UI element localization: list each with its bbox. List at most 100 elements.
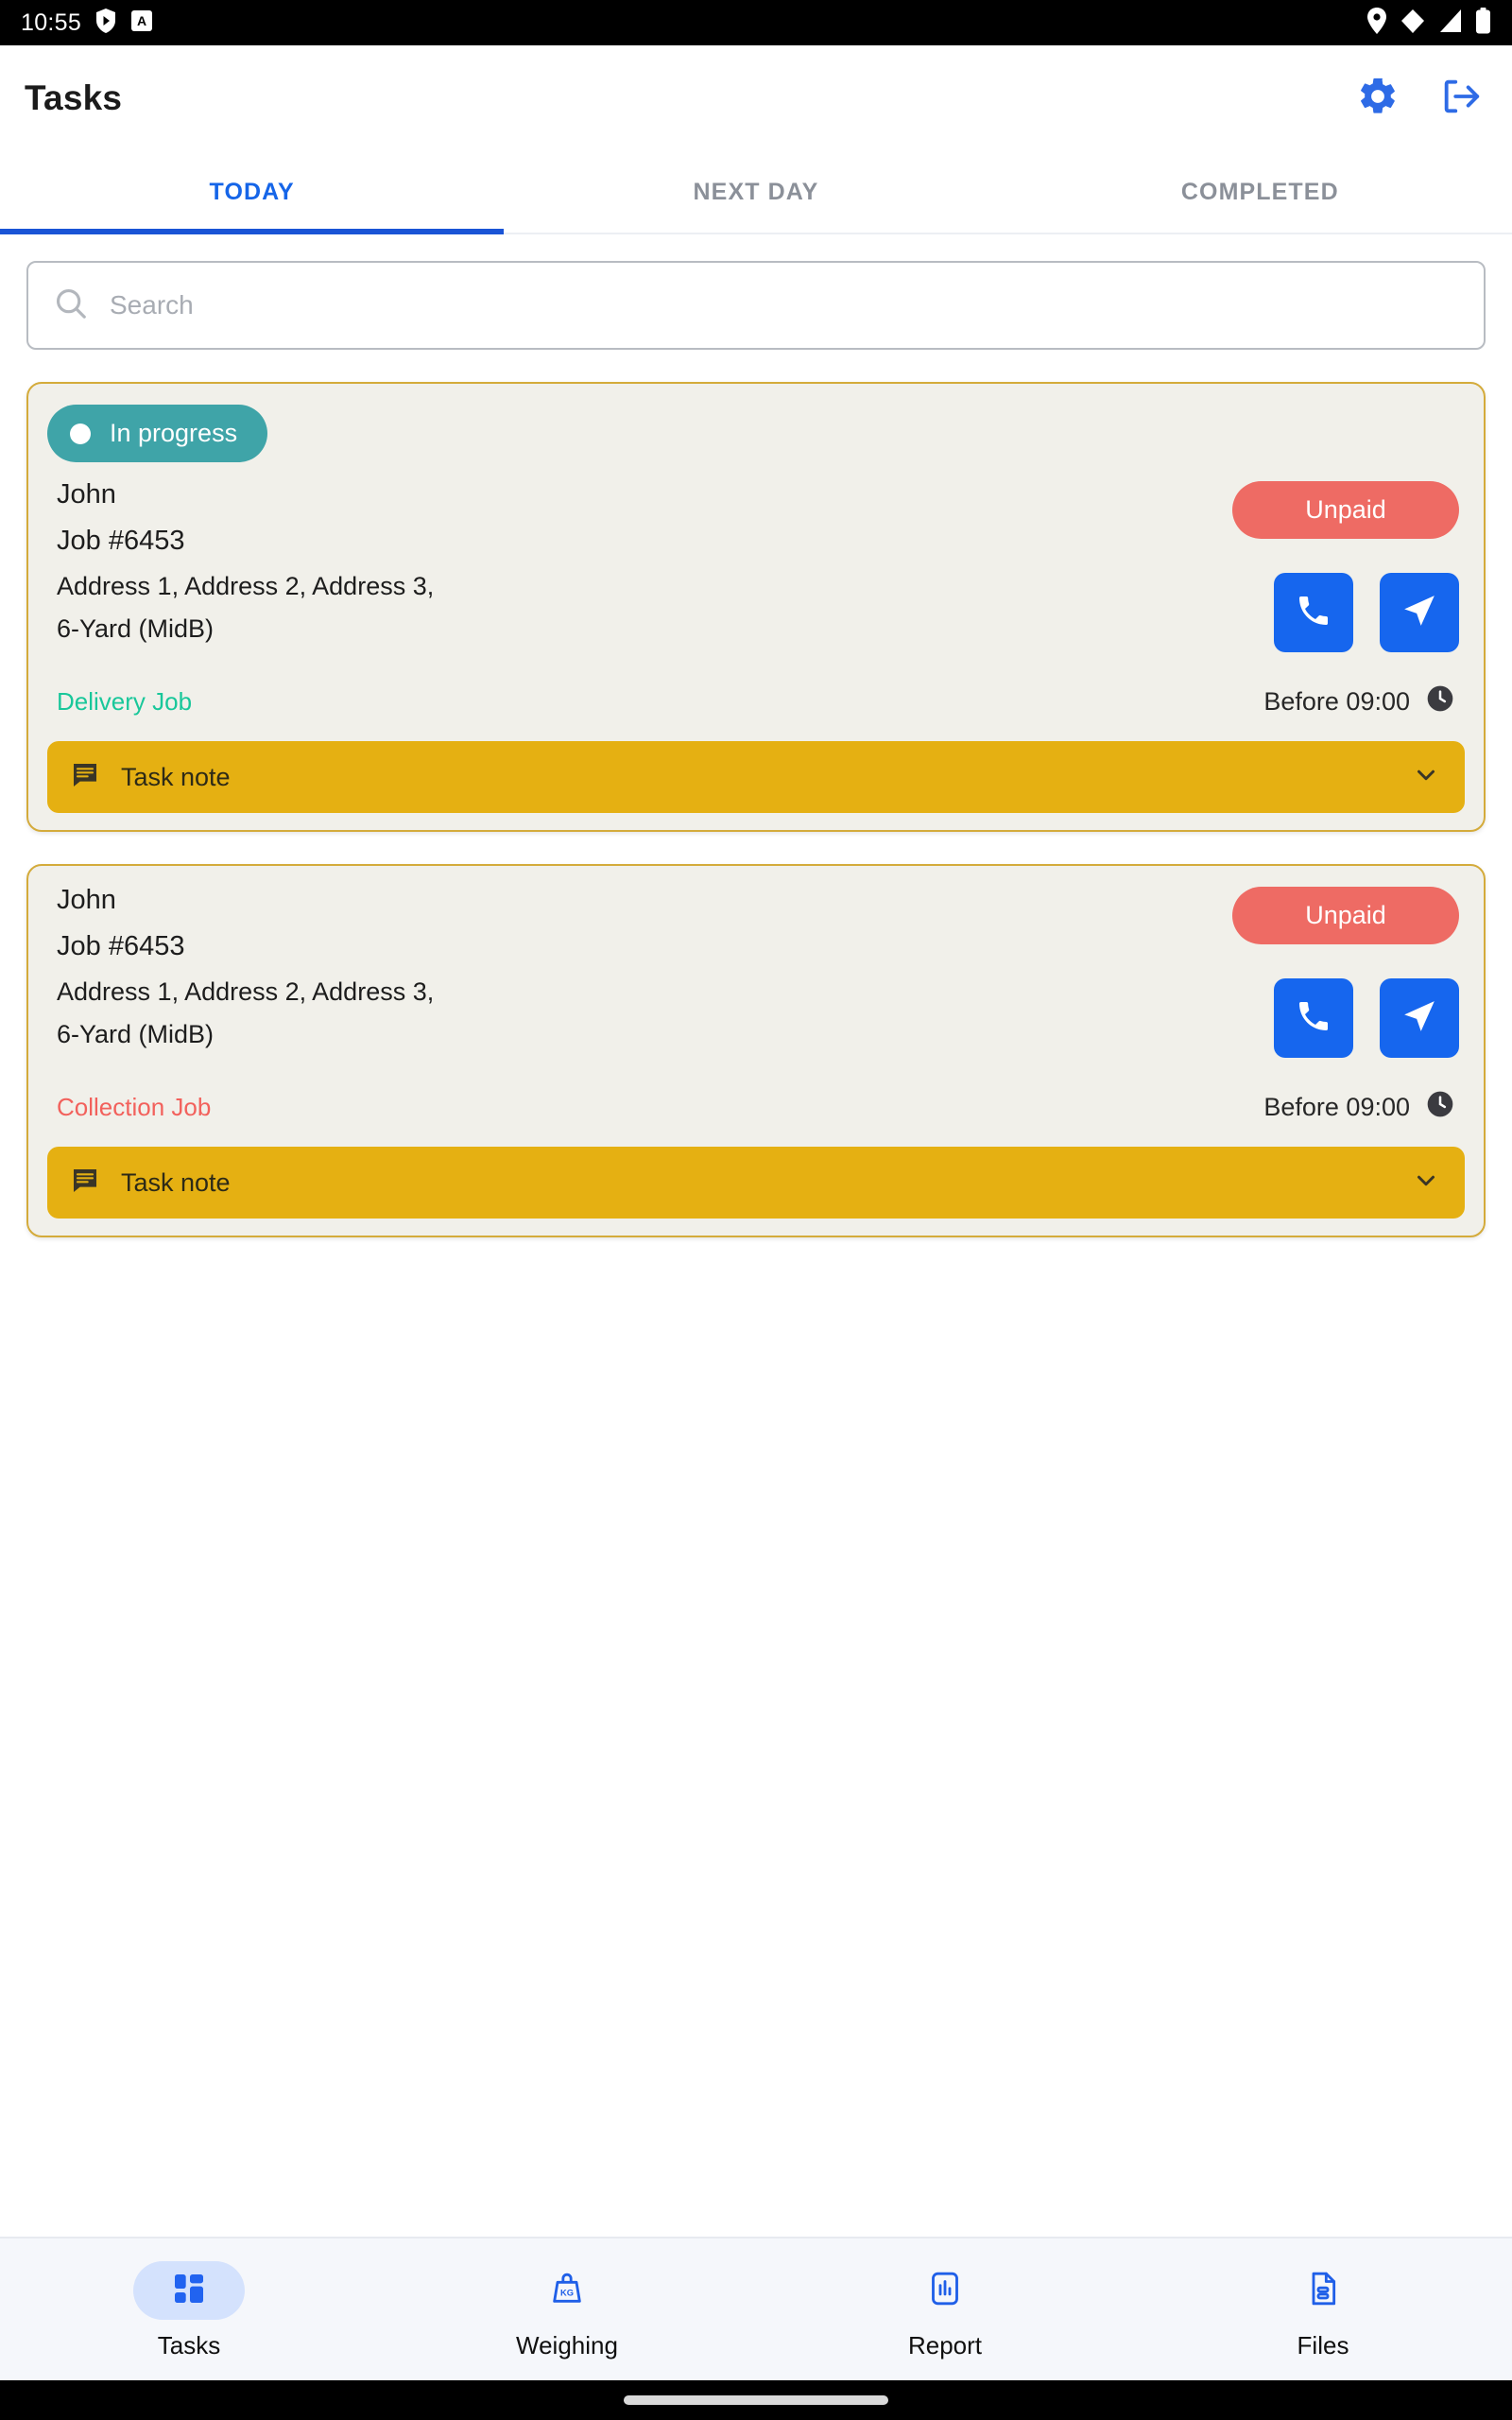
chevron-down-icon[interactable] xyxy=(1412,761,1440,794)
battery-icon xyxy=(1475,7,1491,39)
nav-item-files[interactable]: Files xyxy=(1134,2261,1512,2358)
task-card-body: John Job #6453 Address 1, Address 2, Add… xyxy=(47,481,1465,659)
task-note-label: Task note xyxy=(121,762,231,791)
logout-icon xyxy=(1439,75,1483,123)
gesture-pill[interactable] xyxy=(624,2395,888,2405)
gear-icon xyxy=(1356,75,1400,123)
task-actions: Unpaid xyxy=(1232,481,1465,652)
status-bar-left: 10:55 A xyxy=(21,8,153,38)
nav-files-label: Files xyxy=(1297,2331,1349,2360)
bottom-navigation: Tasks KG Weighing Report Files xyxy=(0,2237,1512,2380)
status-time: 10:55 xyxy=(21,9,82,36)
payment-status-badge[interactable]: Unpaid xyxy=(1232,481,1459,539)
settings-button[interactable] xyxy=(1353,74,1402,123)
task-time-label: Before 09:00 xyxy=(1263,1093,1410,1121)
weight-kg-icon: KG xyxy=(548,2270,586,2312)
navigate-button[interactable] xyxy=(1380,978,1459,1058)
play-badge-icon xyxy=(94,8,117,38)
nav-item-tasks[interactable]: Tasks xyxy=(0,2261,378,2358)
navigation-arrow-icon xyxy=(1400,592,1438,634)
status-badge-label: In progress xyxy=(110,419,238,447)
nav-tasks-label: Tasks xyxy=(157,2331,221,2360)
call-button[interactable] xyxy=(1274,573,1353,652)
task-note-bar[interactable]: Task note xyxy=(47,741,1465,813)
tab-today-label: TODAY xyxy=(209,178,295,205)
gesture-navigation-bar xyxy=(0,2380,1512,2420)
task-actions: Unpaid xyxy=(1232,887,1465,1058)
job-address: Address 1, Address 2, Address 3, xyxy=(57,572,435,600)
tab-bar: TODAY NEXT DAY COMPLETED xyxy=(0,151,1512,234)
search-bar[interactable] xyxy=(26,261,1486,350)
payment-status-badge[interactable]: Unpaid xyxy=(1232,887,1459,944)
page-title: Tasks xyxy=(25,78,123,117)
nav-report-pill xyxy=(889,2261,1001,2320)
tab-next-day[interactable]: NEXT DAY xyxy=(504,151,1007,233)
task-note-left: Task note xyxy=(70,760,231,795)
task-note-bar[interactable]: Task note xyxy=(47,1147,1465,1219)
phone-icon xyxy=(1295,592,1332,634)
tab-today[interactable]: TODAY xyxy=(0,151,505,234)
task-details: John Job #6453 Address 1, Address 2, Add… xyxy=(47,887,1213,1064)
task-card[interactable]: John Job #6453 Address 1, Address 2, Add… xyxy=(26,864,1486,1237)
task-card[interactable]: In progress John Job #6453 Address 1, Ad… xyxy=(26,382,1486,832)
clock-icon xyxy=(1425,683,1455,720)
status-dot-icon xyxy=(70,423,91,444)
job-number: Job #6453 xyxy=(57,526,185,556)
document-icon xyxy=(1304,2270,1342,2312)
status-badge[interactable]: In progress xyxy=(47,405,268,462)
clock-icon xyxy=(1425,1089,1455,1126)
container-type: 6-Yard (MidB) xyxy=(57,614,215,643)
wifi-icon xyxy=(1400,8,1426,39)
job-number: Job #6453 xyxy=(57,931,185,961)
search-icon xyxy=(53,285,89,326)
comment-icon xyxy=(70,1166,100,1201)
task-note-left: Task note xyxy=(70,1166,231,1201)
app-bar-actions xyxy=(1353,74,1486,123)
bar-chart-icon xyxy=(926,2270,964,2312)
app-screen: 10:55 A Tasks TODAY NEXT DAY COMPLETED S… xyxy=(0,0,1512,2420)
search-input[interactable] xyxy=(110,290,1459,320)
comment-icon xyxy=(70,760,100,795)
task-list-container: In progress John Job #6453 Address 1, Ad… xyxy=(0,234,1512,2237)
task-time-label: Before 09:00 xyxy=(1263,687,1410,716)
nav-tasks-pill xyxy=(133,2261,245,2320)
nav-weighing-pill: KG xyxy=(511,2261,623,2320)
task-card-footer: Delivery Job Before 09:00 xyxy=(47,683,1465,720)
nav-item-weighing[interactable]: KG Weighing xyxy=(378,2261,756,2358)
task-note-label: Task note xyxy=(121,1167,231,1197)
location-icon xyxy=(1366,7,1387,39)
nav-item-report[interactable]: Report xyxy=(756,2261,1134,2358)
task-time: Before 09:00 xyxy=(1263,683,1455,720)
job-type-label: Collection Job xyxy=(57,1093,212,1121)
app-a-icon: A xyxy=(130,9,153,37)
svg-text:KG: KG xyxy=(560,2288,574,2297)
tab-next-day-label: NEXT DAY xyxy=(693,178,819,205)
task-time: Before 09:00 xyxy=(1263,1089,1455,1126)
customer-name: John xyxy=(57,885,116,915)
status-bar-right xyxy=(1366,7,1491,39)
navigate-button[interactable] xyxy=(1380,573,1459,652)
phone-icon xyxy=(1295,997,1332,1040)
task-action-buttons xyxy=(1274,978,1459,1058)
logout-button[interactable] xyxy=(1436,74,1486,123)
status-bar: 10:55 A xyxy=(0,0,1512,45)
task-card-footer: Collection Job Before 09:00 xyxy=(47,1089,1465,1126)
call-button[interactable] xyxy=(1274,978,1353,1058)
nav-files-pill xyxy=(1267,2261,1379,2320)
tab-completed-label: COMPLETED xyxy=(1180,178,1339,205)
chevron-down-icon[interactable] xyxy=(1412,1167,1440,1200)
navigation-arrow-icon xyxy=(1400,997,1438,1040)
svg-text:A: A xyxy=(137,13,146,28)
job-address: Address 1, Address 2, Address 3, xyxy=(57,977,435,1006)
dashboard-grid-icon xyxy=(170,2270,208,2312)
container-type: 6-Yard (MidB) xyxy=(57,1020,215,1048)
nav-weighing-label: Weighing xyxy=(516,2331,618,2360)
task-action-buttons xyxy=(1274,573,1459,652)
task-card-body: John Job #6453 Address 1, Address 2, Add… xyxy=(47,887,1465,1064)
tab-completed[interactable]: COMPLETED xyxy=(1008,151,1512,233)
app-bar: Tasks xyxy=(0,45,1512,151)
nav-report-label: Report xyxy=(907,2331,983,2360)
customer-name: John xyxy=(57,479,116,510)
job-type-label: Delivery Job xyxy=(57,687,193,716)
signal-icon xyxy=(1438,8,1463,39)
